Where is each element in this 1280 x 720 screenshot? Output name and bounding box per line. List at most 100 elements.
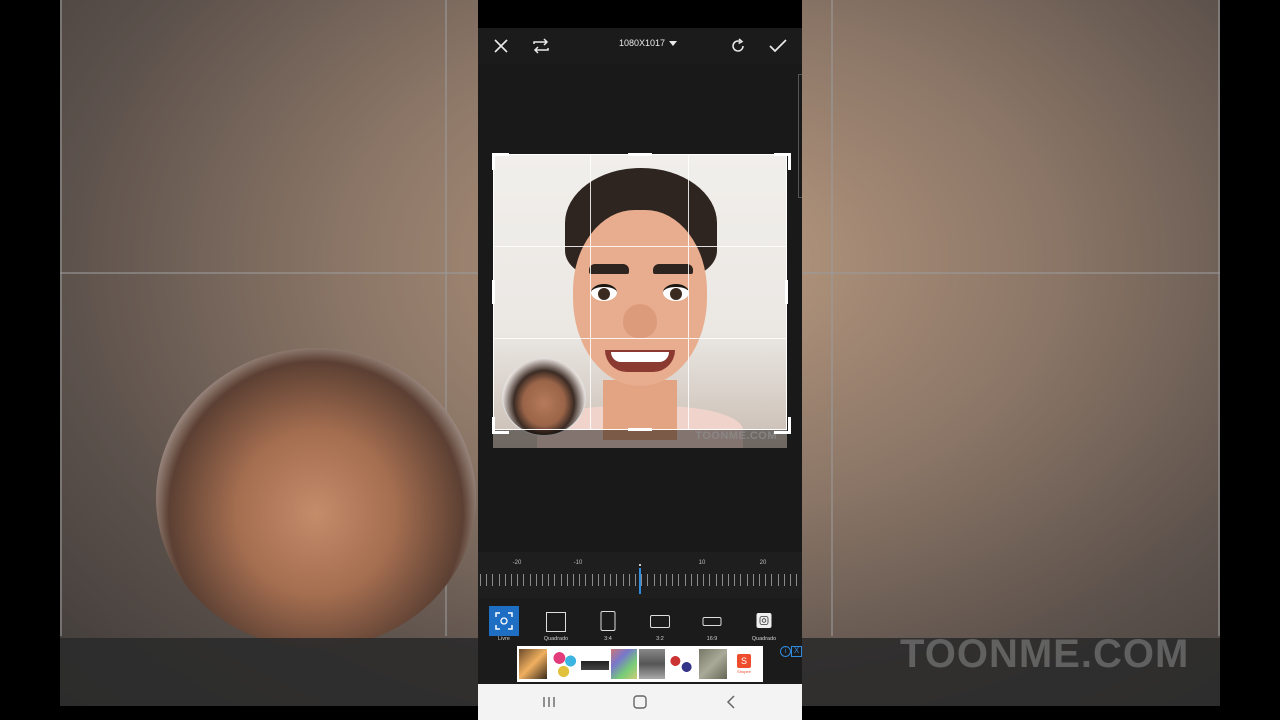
ratio-option-square[interactable]: Quadrado	[534, 602, 578, 642]
ruler-tick	[783, 574, 785, 586]
crop-handle-bottom-right[interactable]	[774, 417, 791, 434]
ad-banner[interactable]: S Shopee i X	[478, 644, 802, 684]
inset-photo	[502, 358, 586, 436]
ruler-tick	[610, 574, 612, 586]
chevron-down-icon	[669, 41, 678, 47]
ad-thumb	[667, 649, 695, 679]
ruler-tick	[635, 574, 636, 586]
ruler-tick	[690, 574, 692, 586]
ad-thumb	[519, 649, 547, 679]
ad-thumb	[699, 649, 727, 679]
ratio-option-16-9[interactable]: 16:9	[690, 602, 734, 642]
shopee-logo: S Shopee	[737, 654, 751, 674]
ruler-center-dot	[639, 564, 641, 566]
output-size-dropdown[interactable]: 1080X1017	[598, 38, 698, 48]
ratio-label: Quadrado	[543, 636, 569, 642]
ruler-tick	[585, 574, 587, 586]
scroll-indicator	[798, 74, 802, 198]
ruler-tick	[554, 574, 556, 586]
recent-apps-icon[interactable]	[537, 692, 561, 712]
ruler-tick	[641, 574, 643, 586]
ruler-tick	[597, 574, 599, 586]
landscape-ratio-icon	[650, 615, 670, 628]
ruler-tick	[579, 574, 581, 586]
output-size-label: 1080X1017	[618, 38, 666, 48]
rotate-icon[interactable]	[724, 32, 752, 60]
ruler-tick	[734, 574, 736, 586]
crop-handle-bottom[interactable]	[628, 428, 652, 431]
close-icon[interactable]	[487, 32, 515, 60]
phone-screen: 1080X1017 TOONME.COM -20 -10 10 20 Livre…	[478, 0, 802, 720]
crop-outside-shade	[493, 430, 787, 448]
ruler-tick	[535, 574, 537, 586]
crop-handle-top-right[interactable]	[774, 153, 791, 170]
status-bar	[478, 0, 802, 28]
system-nav-bar	[478, 684, 802, 720]
ruler-tick	[523, 574, 525, 586]
right-letterbox	[1220, 0, 1280, 720]
ad-image-strip[interactable]: S Shopee	[517, 646, 763, 682]
ruler-tick	[684, 574, 686, 586]
ad-info-icon[interactable]: i	[780, 646, 791, 657]
swap-icon[interactable]	[527, 32, 555, 60]
free-crop-icon	[489, 606, 519, 636]
ad-thumb	[551, 649, 579, 679]
back-icon[interactable]	[719, 692, 743, 712]
ruler-tick	[659, 574, 661, 586]
crop-handle-bottom-left[interactable]	[492, 417, 509, 434]
ratio-label: 3:4	[604, 636, 612, 642]
crop-handle-right[interactable]	[785, 280, 788, 304]
ruler-tick	[703, 574, 705, 586]
ruler-tick	[653, 574, 655, 586]
crop-toolbar: 1080X1017	[478, 28, 802, 64]
ruler-tick	[728, 574, 729, 586]
ratio-label: Livre	[498, 636, 510, 642]
crop-handle-left[interactable]	[492, 280, 495, 304]
ruler-tick	[517, 574, 519, 586]
ratio-label: 16:9	[706, 636, 718, 642]
ratio-option-free[interactable]: Livre	[482, 602, 526, 642]
ruler-tick	[647, 574, 649, 586]
ruler-tick	[591, 574, 593, 586]
aspect-ratio-bar: Livre Quadrado 3:4 3:2 16:9 Quadrado	[478, 598, 802, 644]
check-icon[interactable]	[764, 32, 792, 60]
ruler-tick	[504, 574, 506, 586]
ruler-tick	[566, 574, 568, 586]
ruler-tick	[529, 574, 531, 586]
ruler-tick	[486, 574, 488, 586]
ruler-label: 20	[759, 560, 767, 566]
ratio-option-square-instagram[interactable]: Quadrado	[742, 602, 786, 642]
ruler-tick	[622, 574, 624, 586]
home-icon[interactable]	[628, 692, 652, 712]
ratio-option-3-2[interactable]: 3:2	[638, 602, 682, 642]
ruler-tick	[759, 574, 760, 586]
ruler-tick	[765, 574, 767, 586]
widescreen-ratio-icon	[702, 617, 722, 626]
ruler-tick	[573, 574, 574, 586]
straighten-ruler[interactable]: -20 -10 10 20	[478, 552, 802, 598]
crop-handle-top-left[interactable]	[492, 153, 509, 170]
ruler-tick	[672, 574, 674, 586]
ratio-option-3-4[interactable]: 3:4	[586, 602, 630, 642]
ad-thumb	[611, 649, 637, 679]
background-inset-photo	[156, 348, 476, 648]
crop-image[interactable]: TOONME.COM	[493, 154, 787, 448]
instagram-icon	[756, 613, 772, 628]
ruler-tick	[548, 574, 550, 586]
ruler-label: 10	[698, 560, 706, 566]
ruler-tick	[790, 574, 791, 586]
ad-close-icon[interactable]: X	[791, 646, 802, 657]
ruler-label: -10	[573, 560, 583, 566]
left-letterbox	[0, 0, 60, 720]
ruler-tick	[604, 574, 605, 586]
ruler-tick	[721, 574, 723, 586]
crop-handle-top[interactable]	[628, 153, 652, 156]
ruler-tick	[678, 574, 680, 586]
ruler-tick	[715, 574, 717, 586]
ruler-tick	[628, 574, 630, 586]
ratio-label: Quadrado	[751, 636, 777, 642]
ruler-label: -20	[512, 560, 522, 566]
ruler-tick	[616, 574, 618, 586]
ruler-indicator	[639, 568, 641, 594]
ruler-tick	[480, 574, 481, 586]
